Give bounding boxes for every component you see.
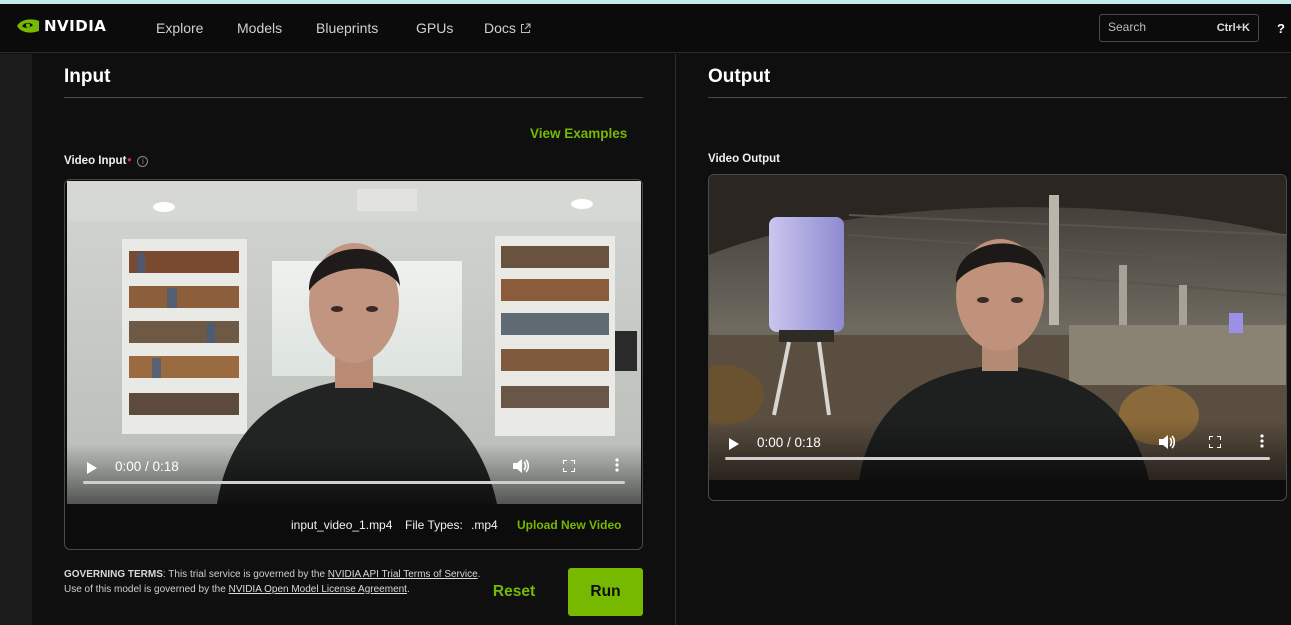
output-video-time: 0:00 / 0:18 — [757, 435, 821, 450]
brand-name: NVIDIA — [44, 17, 107, 35]
search-input[interactable] — [1108, 20, 1208, 34]
trial-terms-link[interactable]: NVIDIA API Trial Terms of Service — [328, 569, 478, 580]
terms-heading: GOVERNING TERMS — [64, 569, 163, 580]
input-title-rule — [64, 97, 643, 98]
search-box[interactable]: Ctrl+K — [1099, 14, 1259, 42]
view-examples-link[interactable]: View Examples — [530, 126, 627, 141]
more-options-icon[interactable] — [1260, 434, 1264, 448]
open-model-license-link[interactable]: NVIDIA Open Model License Agreement — [229, 584, 407, 595]
file-types-value: .mp4 — [471, 518, 498, 532]
required-marker: • — [127, 155, 132, 167]
governing-terms: GOVERNING TERMS: This trial service is g… — [64, 568, 484, 597]
nav-explore[interactable]: Explore — [156, 20, 203, 36]
video-input-label-text: Video Input — [64, 155, 127, 167]
output-title-rule — [708, 97, 1287, 98]
volume-icon[interactable] — [512, 458, 530, 474]
input-filename: input_video_1.mp4 — [291, 518, 393, 532]
info-icon[interactable]: i — [137, 155, 149, 167]
external-link-icon — [520, 23, 531, 33]
input-video-player[interactable]: 0:00 / 0:18 — [67, 181, 641, 504]
help-button[interactable]: ? — [1277, 21, 1285, 36]
left-sidebar-rail — [0, 54, 32, 625]
nav-gpus[interactable]: GPUs — [416, 20, 453, 36]
output-video-controls: 0:00 / 0:18 — [709, 420, 1286, 480]
nav-docs[interactable]: Docs — [484, 20, 531, 36]
nvidia-logo[interactable]: NVIDIA — [16, 17, 106, 35]
video-input-container: 0:00 / 0:18 input_video_1.mp4 File Types… — [64, 179, 643, 550]
panel-divider — [675, 54, 676, 625]
terms-text-3: . — [406, 583, 410, 595]
more-options-icon[interactable] — [615, 458, 619, 472]
search-shortcut: Ctrl+K — [1216, 22, 1250, 34]
input-video-time: 0:00 / 0:18 — [115, 459, 179, 474]
output-video-player[interactable]: 0:00 / 0:18 — [709, 175, 1286, 480]
top-navbar: NVIDIA Explore Models Blueprints GPUs Do… — [0, 4, 1291, 53]
video-output-container: 0:00 / 0:18 — [708, 174, 1287, 501]
volume-icon[interactable] — [1158, 434, 1176, 450]
fullscreen-icon[interactable] — [1209, 436, 1221, 448]
run-button[interactable]: Run — [568, 568, 643, 616]
play-icon[interactable] — [729, 438, 739, 450]
reset-button[interactable]: Reset — [484, 568, 544, 616]
input-video-controls: 0:00 / 0:18 — [67, 444, 641, 504]
output-title: Output — [708, 66, 771, 87]
nav-docs-label: Docs — [484, 20, 516, 36]
video-output-label: Video Output — [708, 153, 780, 165]
terms-text-1: : This trial service is governed by the — [162, 569, 328, 580]
input-seek-bar[interactable] — [83, 481, 625, 484]
video-input-label: Video Input • i — [64, 155, 149, 167]
nav-models[interactable]: Models — [237, 20, 282, 36]
upload-new-video-button[interactable]: Upload New Video — [517, 518, 621, 532]
nvidia-eye-icon — [17, 19, 39, 33]
file-info-row: input_video_1.mp4 File Types: .mp4 Uploa… — [65, 516, 642, 536]
nav-blueprints[interactable]: Blueprints — [316, 20, 378, 36]
input-title: Input — [64, 66, 111, 87]
file-types-label: File Types: — [405, 518, 463, 532]
play-icon[interactable] — [87, 462, 97, 474]
fullscreen-icon[interactable] — [563, 460, 575, 472]
output-seek-bar[interactable] — [725, 457, 1270, 460]
